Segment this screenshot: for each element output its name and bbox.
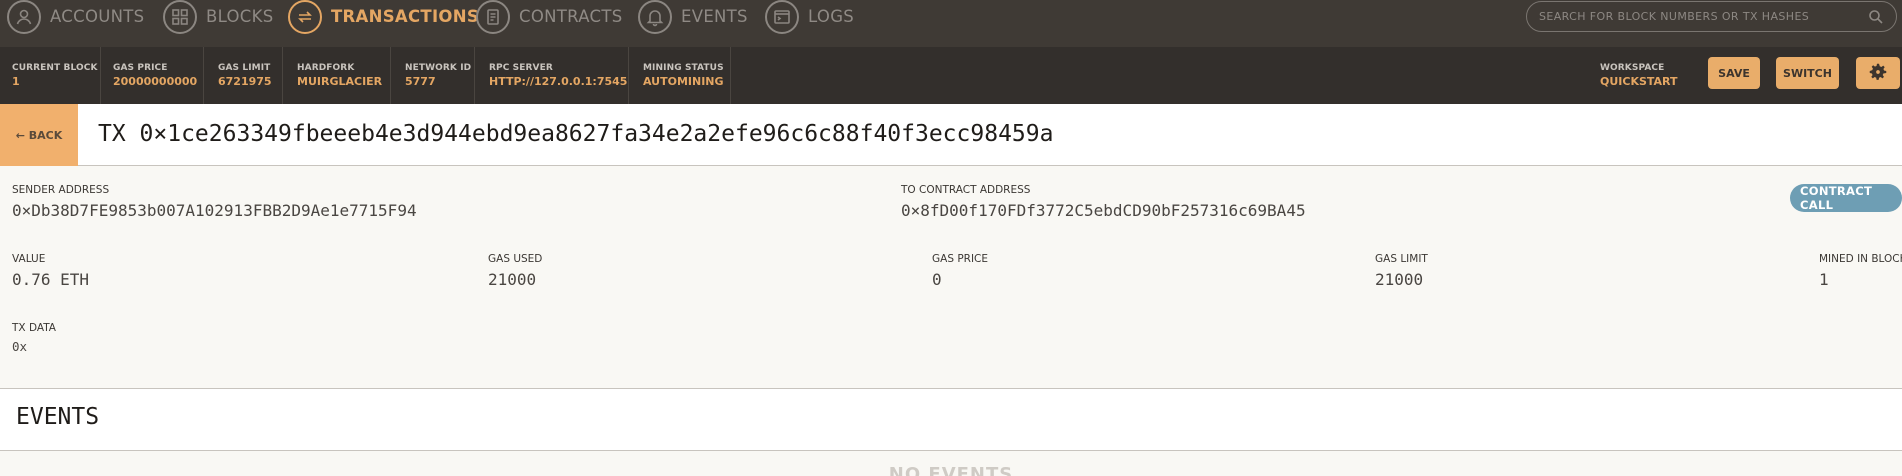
nav-accounts[interactable]: ACCOUNTS xyxy=(7,0,145,34)
stat-network-id: NETWORK ID 5777 xyxy=(405,47,471,104)
stat-value: 5777 xyxy=(405,75,436,88)
contract-call-badge: CONTRACT CALL xyxy=(1790,184,1902,212)
settings-button[interactable] xyxy=(1856,57,1900,89)
stat-label: GAS LIMIT xyxy=(218,63,271,73)
bell-icon xyxy=(638,0,672,34)
stat-value: AUTOMINING xyxy=(643,75,724,88)
gear-icon xyxy=(1867,61,1889,86)
divider xyxy=(730,47,731,104)
stat-gas-price: GAS PRICE 20000000000 xyxy=(113,47,197,104)
stat-label: HARDFORK xyxy=(297,63,355,73)
gas-limit-label: GAS LIMIT xyxy=(1375,253,1428,265)
divider xyxy=(100,47,101,104)
stat-value: 6721975 xyxy=(218,75,272,88)
stat-value: 1 xyxy=(12,75,20,88)
nav-events[interactable]: EVENTS xyxy=(638,0,748,34)
nav-contracts-label: CONTRACTS xyxy=(519,7,623,26)
workspace-name: QUICKSTART xyxy=(1600,75,1678,88)
stat-label: RPC SERVER xyxy=(489,63,553,73)
stat-value: HTTP://127.0.0.1:7545 xyxy=(489,75,628,88)
tx-data-value: 0x xyxy=(12,339,28,354)
gas-used-value: 21000 xyxy=(488,270,537,289)
divider xyxy=(282,47,283,104)
terminal-icon xyxy=(765,0,799,34)
transfer-arrows-icon xyxy=(288,0,322,34)
back-button[interactable]: ← BACK xyxy=(0,104,78,166)
divider xyxy=(474,47,475,104)
stat-rpc-server: RPC SERVER HTTP://127.0.0.1:7545 xyxy=(489,47,627,104)
sender-address-value: 0×Db38D7FE9853b007A102913FBB2D9Ae1e7715F… xyxy=(12,201,417,220)
no-events-message: NO EVENTS xyxy=(888,464,1014,476)
page-title: TX 0×1ce263349fbeeeb4e3d944ebd9ea8627fa3… xyxy=(98,121,1054,147)
stat-hardfork: HARDFORK MUIRGLACIER xyxy=(297,47,382,104)
save-button[interactable]: SAVE xyxy=(1708,57,1760,89)
nav-transactions-label: TRANSACTIONS xyxy=(331,7,480,26)
nav-logs-label: LOGS xyxy=(808,7,855,26)
value-label: VALUE xyxy=(12,253,46,265)
nav-logs[interactable]: LOGS xyxy=(765,0,855,34)
to-contract-address-value: 0×8fD00f170FDf3772C5ebdCD90bF257316c69BA… xyxy=(901,201,1306,220)
stat-value: MUIRGLACIER xyxy=(297,75,383,88)
stat-gas-limit: GAS LIMIT 6721975 xyxy=(218,47,272,104)
gas-limit-value: 21000 xyxy=(1375,270,1424,289)
sender-address-label: SENDER ADDRESS xyxy=(12,184,110,196)
nav-contracts[interactable]: CONTRACTS xyxy=(476,0,623,34)
document-icon xyxy=(476,0,510,34)
mined-in-block-label: MINED IN BLOCK xyxy=(1819,253,1902,265)
divider xyxy=(0,450,1902,451)
stat-mining-status: MINING STATUS AUTOMINING xyxy=(643,47,724,104)
tx-data-label: TX DATA xyxy=(12,322,56,334)
gas-price-value: 0 xyxy=(932,270,942,289)
gas-used-label: GAS USED xyxy=(488,253,543,265)
divider xyxy=(628,47,629,104)
stat-label: GAS PRICE xyxy=(113,63,168,73)
blocks-grid-icon xyxy=(163,0,197,34)
stat-label: CURRENT BLOCK xyxy=(12,63,98,73)
divider xyxy=(203,47,204,104)
value-amount: 0.76 ETH xyxy=(12,270,90,289)
search-box xyxy=(1526,1,1897,32)
nav-events-label: EVENTS xyxy=(681,7,748,26)
events-header: EVENTS xyxy=(0,389,1902,450)
events-title: EVENTS xyxy=(16,404,100,430)
mined-in-block-value: 1 xyxy=(1819,270,1829,289)
person-icon xyxy=(7,0,41,34)
top-navigation: ACCOUNTS BLOCKS TRANSACTIONS CONTRACTS E… xyxy=(0,0,1902,47)
stat-current-block: CURRENT BLOCK 1 xyxy=(12,47,98,104)
nav-transactions[interactable]: TRANSACTIONS xyxy=(288,0,480,34)
search-input[interactable] xyxy=(1539,10,1859,23)
gas-price-label: GAS PRICE xyxy=(932,253,989,265)
tx-header: ← BACK TX 0×1ce263349fbeeeb4e3d944ebd9ea… xyxy=(0,104,1902,166)
workspace-indicator: WORKSPACE QUICKSTART xyxy=(1600,63,1678,88)
search-icon[interactable] xyxy=(1868,9,1884,25)
stat-label: NETWORK ID xyxy=(405,63,472,73)
switch-button[interactable]: SWITCH xyxy=(1776,57,1839,89)
divider xyxy=(390,47,391,104)
nav-blocks[interactable]: BLOCKS xyxy=(163,0,274,34)
nav-blocks-label: BLOCKS xyxy=(206,7,274,26)
to-contract-address-label: TO CONTRACT ADDRESS xyxy=(901,184,1031,196)
stat-value: 20000000000 xyxy=(113,75,198,88)
stat-label: MINING STATUS xyxy=(643,63,724,73)
status-bar: CURRENT BLOCK 1 GAS PRICE 20000000000 GA… xyxy=(0,47,1902,104)
nav-accounts-label: ACCOUNTS xyxy=(50,7,145,26)
workspace-label: WORKSPACE xyxy=(1600,63,1665,73)
